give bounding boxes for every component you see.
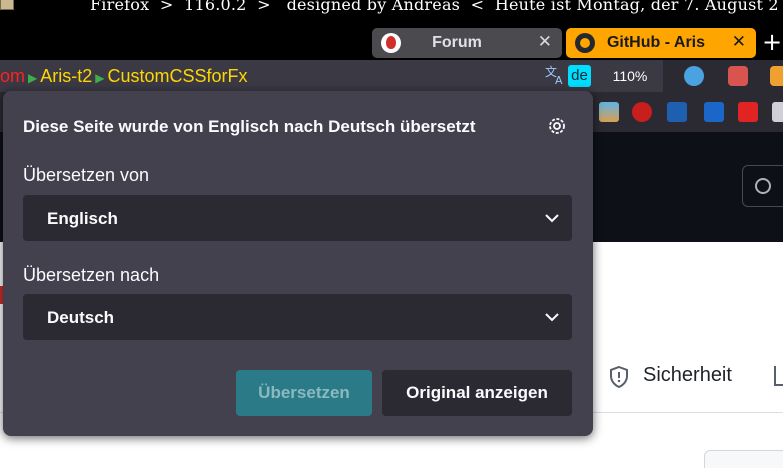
tab-label: Forum [432,34,482,51]
extension-icon[interactable] [684,66,704,86]
gear-icon[interactable] [546,115,568,137]
app-icon [0,0,14,10]
url-bar[interactable]: om ▶ Aris-t2 ▶ CustomCSSforFx 文 A de 110% [0,60,663,92]
breadcrumb-separator-icon: ▶ [95,71,105,85]
search-icon [755,178,771,194]
bookmark-icon[interactable] [632,102,652,122]
navigation-bar: om ▶ Aris-t2 ▶ CustomCSSforFx 文 A de 110% [0,60,783,92]
graph-icon [774,366,783,386]
zoom-level[interactable]: 110% [598,64,662,88]
svg-text:A: A [555,74,563,86]
to-language-value: Deutsch [47,308,115,327]
bookmark-icon[interactable] [599,102,619,122]
shield-icon [610,365,628,389]
bookmark-icon[interactable] [704,102,724,122]
translate-button[interactable]: Übersetzen [236,370,372,416]
bookmark-icon[interactable] [738,102,758,122]
extension-icon[interactable] [770,66,783,86]
language-badge[interactable]: de [568,65,591,87]
chevron-down-icon [545,313,559,322]
close-icon[interactable]: ✕ [732,31,746,53]
breadcrumb-item[interactable]: Aris-t2 [40,66,92,86]
window-title: Firefox > 116.0.2 > designed by Andreas … [90,0,779,14]
bookmark-icon[interactable] [772,102,783,122]
to-language-label: Übersetzen nach [23,265,160,285]
translation-panel: Diese Seite wurde von Englisch nach Deut… [3,91,593,436]
tab-forum[interactable]: Forum ✕ [372,28,562,58]
tab-github[interactable]: GitHub - Aris ✕ [566,28,756,58]
new-tab-button[interactable]: + [762,28,782,56]
breadcrumb-separator-icon: ▶ [28,71,38,85]
show-original-button[interactable]: Original anzeigen [382,370,572,416]
breadcrumb: om ▶ Aris-t2 ▶ CustomCSSforFx [0,66,248,87]
breadcrumb-item[interactable]: om [0,66,25,86]
tab-strip: Forum ✕ GitHub - Aris ✕ [0,26,783,60]
from-language-value: Englisch [47,209,118,228]
breadcrumb-item[interactable]: CustomCSSforFx [108,66,248,86]
title-bar: Firefox > 116.0.2 > designed by Andreas … [0,0,783,26]
bookmark-icon[interactable] [667,102,687,122]
close-icon[interactable]: ✕ [538,31,552,53]
extension-icon[interactable] [728,66,748,86]
chevron-down-icon [545,214,559,223]
to-language-select[interactable]: Deutsch [23,294,572,340]
search-input[interactable] [742,165,783,207]
from-language-label: Übersetzen von [23,165,150,185]
tab-label: GitHub - Aris [606,34,706,51]
translate-icon[interactable]: 文 A [544,64,566,86]
panel-title: Diese Seite wurde von Englisch nach Deut… [23,117,476,136]
tab-security[interactable]: Sicherheit [643,364,732,387]
page-button[interactable] [704,450,783,468]
from-language-select[interactable]: Englisch [23,195,572,241]
